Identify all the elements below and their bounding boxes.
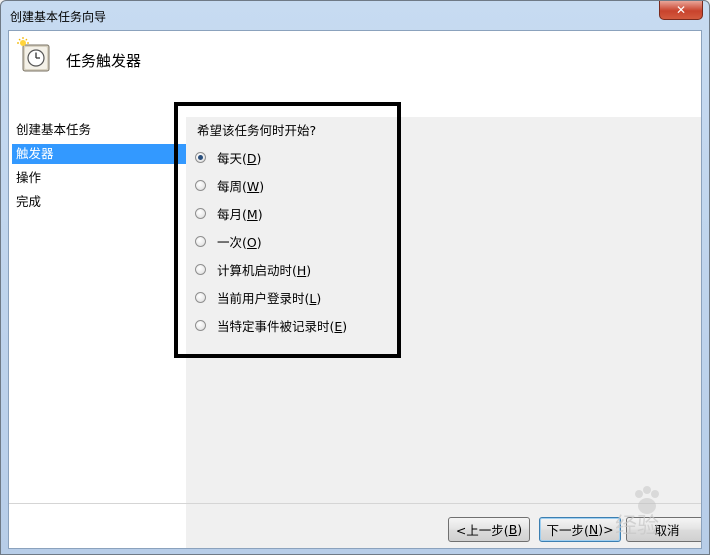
watermark-text: 经验 (614, 514, 659, 539)
option-monthly[interactable]: 每月(M) (195, 203, 263, 223)
window-title: 创建基本任务向导 (10, 10, 107, 24)
trigger-panel: 希望该任务何时开始? 每天(D) 每周(W) 每月(M) 一次(O) 计算机启动… (174, 102, 701, 548)
radio-button[interactable] (195, 263, 206, 275)
option-label: 一次(O) (217, 234, 262, 250)
radio-button[interactable] (195, 291, 206, 303)
option-at-startup[interactable]: 计算机启动时(H) (195, 259, 311, 279)
footer-divider (9, 503, 701, 504)
wizard-window: 创建基本任务向导 ✕ 任务触发器 创建基本任务 触发器 操作 完成 希望该任务何… (0, 0, 710, 555)
sidebar-item-trigger[interactable]: 触发器 (12, 144, 186, 164)
option-label: 计算机启动时(H) (217, 262, 312, 278)
radio-button[interactable] (195, 319, 206, 331)
close-button[interactable]: ✕ (659, 1, 703, 20)
option-once[interactable]: 一次(O) (195, 231, 262, 251)
radio-button[interactable] (195, 179, 206, 191)
radio-button[interactable] (195, 235, 206, 247)
option-daily[interactable]: 每天(D) (195, 147, 261, 167)
option-weekly[interactable]: 每周(W) (195, 175, 264, 195)
option-label: 当前用户登录时(L) (217, 290, 322, 306)
option-label: 每天(D) (217, 150, 262, 166)
next-button[interactable]: 下一步(N)> (539, 517, 621, 542)
radio-button[interactable] (195, 207, 206, 219)
trigger-question: 希望该任务何时开始? (197, 123, 317, 138)
close-icon: ✕ (675, 3, 687, 17)
option-at-logon[interactable]: 当前用户登录时(L) (195, 287, 321, 307)
sidebar-item-finish[interactable]: 完成 (12, 192, 186, 212)
option-label: 每周(W) (217, 178, 265, 194)
page-title: 任务触发器 (66, 52, 142, 70)
task-clock-icon (17, 37, 50, 72)
option-on-event[interactable]: 当特定事件被记录时(E) (195, 315, 347, 335)
option-label: 当特定事件被记录时(E) (217, 318, 348, 334)
option-label: 每月(M) (217, 206, 263, 222)
sidebar-item-create-basic-task[interactable]: 创建基本任务 (12, 120, 186, 140)
title-bar[interactable]: 创建基本任务向导 ✕ (1, 1, 709, 29)
wizard-client-area: 任务触发器 创建基本任务 触发器 操作 完成 希望该任务何时开始? 每天(D) … (8, 30, 702, 549)
wizard-step-list: 创建基本任务 触发器 操作 完成 (9, 117, 186, 548)
sidebar-item-action[interactable]: 操作 (12, 168, 186, 188)
back-button[interactable]: <上一步(B) (448, 517, 530, 542)
radio-button[interactable] (195, 151, 206, 163)
